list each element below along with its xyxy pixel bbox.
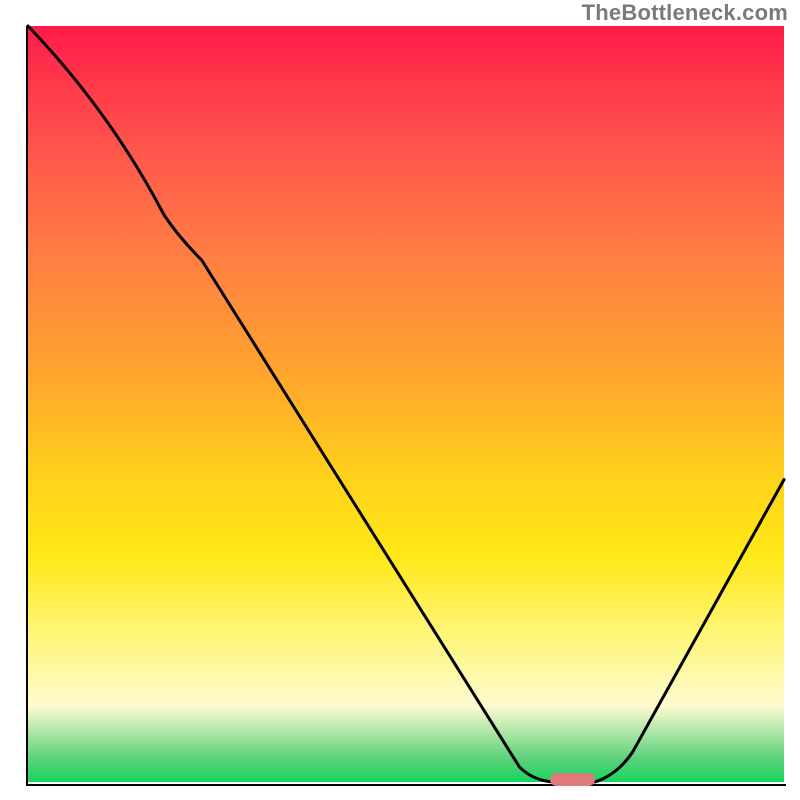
watermark-text: TheBottleneck.com	[582, 0, 788, 26]
bottleneck-curve-path	[28, 26, 784, 782]
plot-area	[26, 26, 786, 786]
chart-container: TheBottleneck.com	[0, 0, 800, 800]
curve-svg	[28, 26, 784, 782]
optimal-marker	[550, 773, 595, 786]
